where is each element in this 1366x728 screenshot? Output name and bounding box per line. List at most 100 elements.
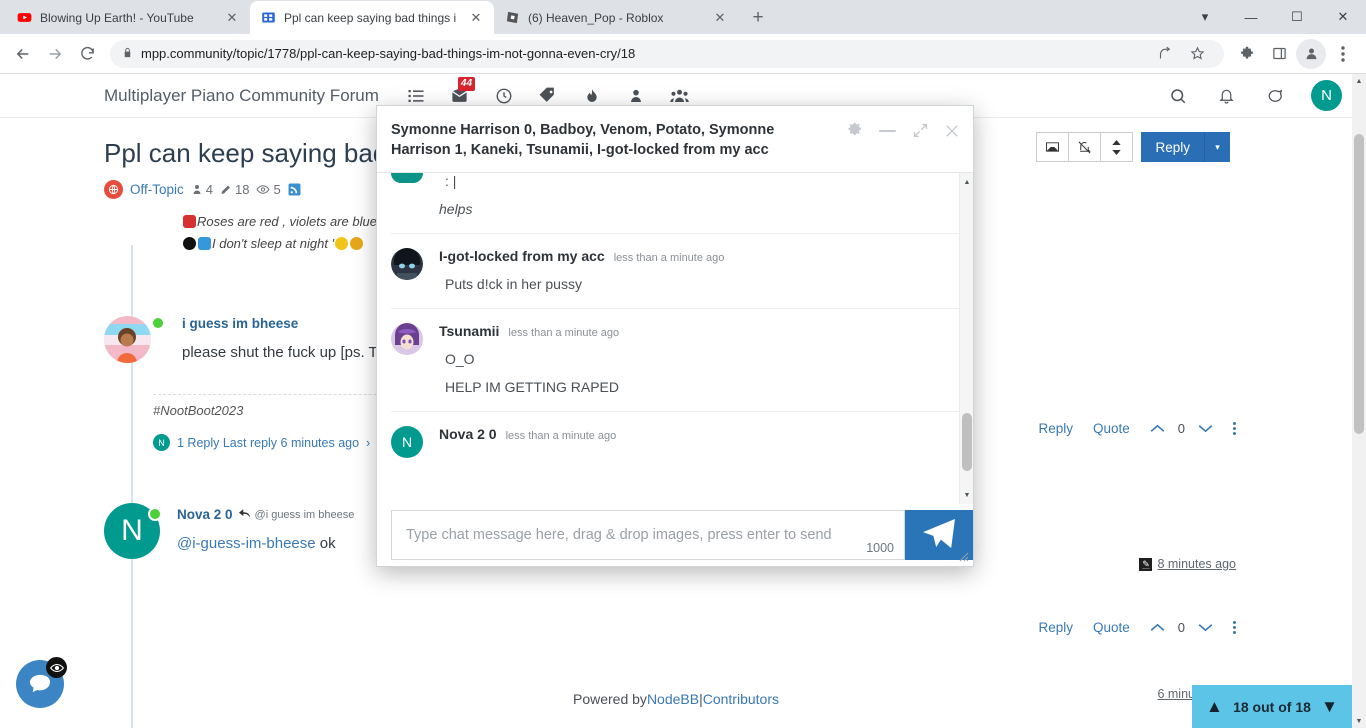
chevron-down-icon[interactable]: ▾ <box>1204 132 1230 162</box>
minimize-icon[interactable] <box>879 129 896 133</box>
downvote-icon[interactable] <box>1198 620 1213 635</box>
tags-icon[interactable] <box>537 85 559 107</box>
chat-fab[interactable] <box>16 657 67 708</box>
chat-message-timestamp: less than a minute ago <box>613 252 725 264</box>
chat-scrollbar[interactable]: ▲ ▼ <box>959 173 973 504</box>
resize-handle[interactable] <box>959 552 971 564</box>
upvote-icon[interactable] <box>1150 620 1165 635</box>
post-menu-kebab-icon[interactable] <box>1233 621 1236 634</box>
chat-message-scroll-area[interactable]: : | helps I-got-locked from my acc less … <box>377 173 973 504</box>
forum-brand[interactable]: Multiplayer Piano Community Forum <box>104 86 379 106</box>
upvote-icon[interactable] <box>1150 421 1165 436</box>
avatar[interactable] <box>391 248 423 280</box>
close-icon[interactable]: ✕ <box>468 10 484 26</box>
menu-kebab-icon[interactable] <box>1328 39 1358 69</box>
chevron-double-down-icon[interactable]: ▼ <box>1321 698 1338 715</box>
inbox-icon[interactable]: 44 <box>449 76 476 107</box>
chat-message-author[interactable]: Nova 2 0 <box>439 426 497 442</box>
chat-input[interactable]: Type chat message here, drag & drop imag… <box>391 510 905 560</box>
avatar-column: N <box>104 503 164 560</box>
chat-window-controls <box>846 120 959 139</box>
close-icon[interactable]: ✕ <box>224 10 240 26</box>
address-bar[interactable]: mpp.community/topic/1778/ppl-can-keep-sa… <box>110 39 1224 69</box>
clock-icon[interactable] <box>493 85 515 107</box>
avatar[interactable]: N <box>1311 80 1342 111</box>
avatar[interactable] <box>391 173 423 183</box>
close-icon[interactable]: ✕ <box>712 10 728 26</box>
scroll-down-arrow-icon[interactable]: ▼ <box>960 488 973 502</box>
chat-message-text: O_O <box>445 351 475 367</box>
page-footer: Powered by NodeBB | Contributors <box>0 670 1352 728</box>
browser-tab-2[interactable]: (6) Heaven_Pop - Roblox ✕ <box>494 1 738 34</box>
flame-icon[interactable] <box>581 85 603 107</box>
mention-link[interactable]: @i-guess-im-bheese <box>177 535 316 552</box>
scroll-up-arrow-icon[interactable]: ▲ <box>1352 74 1366 88</box>
chat-message-main: Nova 2 0 less than a minute ago <box>423 426 959 458</box>
post-menu-kebab-icon[interactable] <box>1233 422 1236 435</box>
scroll-up-arrow-icon[interactable]: ▲ <box>960 175 973 189</box>
gear-icon[interactable] <box>846 122 863 139</box>
chat-message-main: Tsunamii less than a minute ago O_O HELP… <box>423 323 959 395</box>
browser-toolbar: mpp.community/topic/1778/ppl-can-keep-sa… <box>0 34 1366 74</box>
quote-link[interactable]: Quote <box>1093 620 1130 635</box>
downvote-icon[interactable] <box>1198 421 1213 436</box>
contributors-link[interactable]: Contributors <box>703 691 779 707</box>
sort-icon[interactable] <box>1100 132 1134 162</box>
chat-message-timestamp: less than a minute ago <box>505 430 617 442</box>
page-scrollbar[interactable]: ▲ ▼ <box>1352 74 1366 728</box>
minimize-button[interactable]: — <box>1228 0 1274 34</box>
reply-to-name: @i guess im bheese <box>254 508 355 521</box>
category-link[interactable]: Off-Topic <box>130 182 184 197</box>
reply-link[interactable]: Reply <box>1038 421 1073 436</box>
scroll-down-arrow-icon[interactable]: ▼ <box>1352 714 1366 728</box>
footer-powered-by: Powered by <box>573 691 647 707</box>
back-button[interactable] <box>8 39 38 69</box>
close-window-button[interactable]: ✕ <box>1320 0 1366 34</box>
reload-button[interactable] <box>72 39 102 69</box>
nodebb-icon <box>260 10 276 26</box>
chat-scrollbar-thumb[interactable] <box>962 413 972 471</box>
nodebb-link[interactable]: NodeBB <box>647 691 699 707</box>
user-icon[interactable] <box>625 85 647 107</box>
avatar[interactable] <box>391 323 423 355</box>
reply-button[interactable]: Reply <box>1141 132 1204 162</box>
avatar[interactable]: N <box>391 426 423 458</box>
chat-message-head: I-got-locked from my acc less than a min… <box>439 248 959 264</box>
black-heart-emoji <box>183 236 196 250</box>
avatar[interactable] <box>104 315 151 363</box>
reply-link[interactable]: Reply <box>1038 620 1073 635</box>
bell-icon[interactable] <box>1215 85 1237 107</box>
expand-icon[interactable] <box>912 122 929 139</box>
quote-link[interactable]: Quote <box>1093 421 1130 436</box>
chat-input-area: Type chat message here, drag & drop imag… <box>377 504 973 566</box>
chat-message-author[interactable]: Tsunamii <box>439 323 499 339</box>
bell-slash-icon[interactable] <box>1068 132 1102 162</box>
rss-icon[interactable] <box>288 183 301 196</box>
sidepanel-icon[interactable] <box>1264 39 1294 69</box>
share-icon[interactable] <box>1150 39 1180 69</box>
bookmark-star-icon[interactable] <box>1182 39 1212 69</box>
tab-title: Ppl can keep saying bad things i <box>284 10 457 25</box>
youtube-icon <box>16 10 32 26</box>
browser-tab-1[interactable]: Ppl can keep saying bad things i ✕ <box>250 1 494 34</box>
browser-tab-0[interactable]: Blowing Up Earth! - YouTube ✕ <box>6 1 250 34</box>
forward-button[interactable] <box>40 39 70 69</box>
url-text: mpp.community/topic/1778/ppl-can-keep-sa… <box>141 46 636 61</box>
scrollbar-thumb[interactable] <box>1354 134 1364 434</box>
search-icon[interactable] <box>1167 85 1189 107</box>
tab-search-chevron-icon[interactable]: ▾ <box>1182 0 1228 34</box>
chat-icon[interactable] <box>1263 85 1285 107</box>
groups-icon[interactable] <box>669 85 691 107</box>
extensions-puzzle-icon[interactable] <box>1232 39 1262 69</box>
list-icon[interactable] <box>405 85 427 107</box>
chat-message: Tsunamii less than a minute ago O_O HELP… <box>391 308 959 411</box>
chevron-double-up-icon[interactable]: ▲ <box>1206 698 1223 715</box>
chat-message-author[interactable]: I-got-locked from my acc <box>439 248 605 264</box>
profile-icon[interactable] <box>1296 38 1326 69</box>
maximize-button[interactable]: ☐ <box>1274 0 1320 34</box>
blue-book-emoji <box>198 236 211 250</box>
new-tab-button[interactable]: + <box>744 4 772 32</box>
envelope-icon[interactable] <box>1036 132 1070 162</box>
close-icon[interactable] <box>945 124 959 138</box>
topic-pager[interactable]: ▲ 18 out of 18 ▼ <box>1192 685 1352 728</box>
